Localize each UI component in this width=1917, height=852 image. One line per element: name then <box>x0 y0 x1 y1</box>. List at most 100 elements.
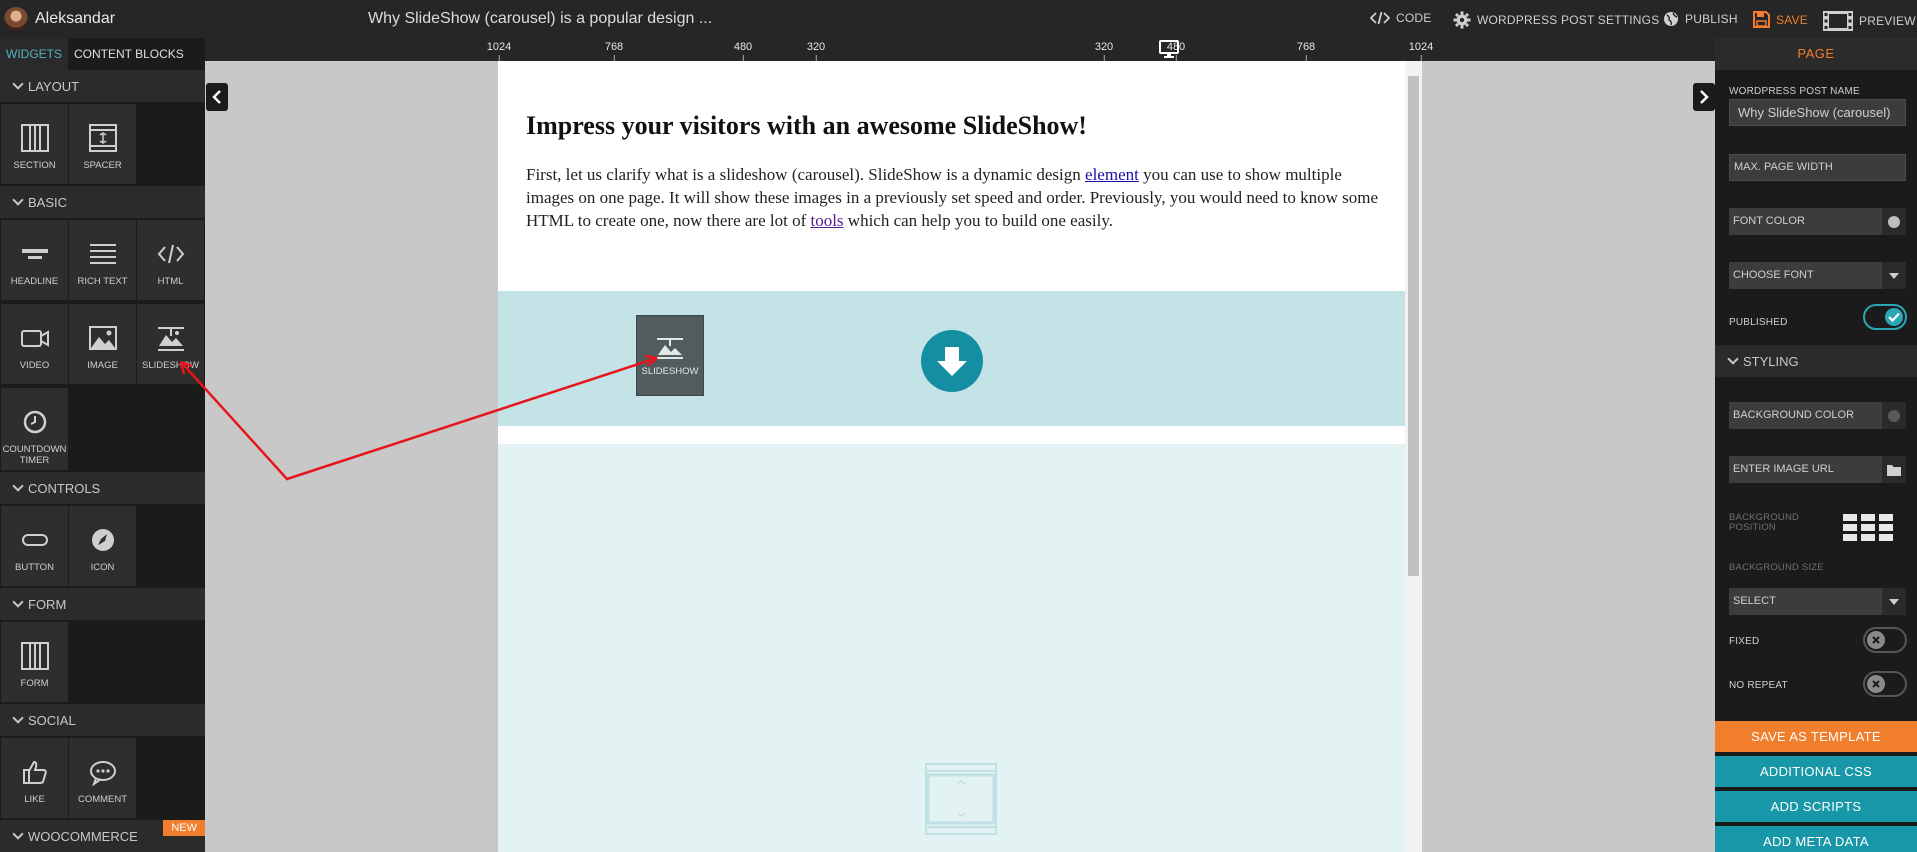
editor-canvas[interactable]: Impress your visitors with an awesome Sl… <box>498 61 1422 852</box>
grid-cell[interactable] <box>1861 534 1875 541</box>
social-widgets: LIKE COMMENT <box>0 736 205 820</box>
background-color-label: BACKGROUND COLOR <box>1729 402 1882 429</box>
ruler-tick[interactable]: 1024 <box>1409 41 1433 61</box>
tab-widgets[interactable]: WIDGETS <box>0 38 68 70</box>
wordpress-post-settings-button[interactable]: WORDPRESS POST SETTINGS <box>1453 11 1659 29</box>
grid-cell[interactable] <box>1861 514 1875 521</box>
background-size-select[interactable]: SELECT <box>1729 588 1906 615</box>
category-woocommerce[interactable]: WOOCOMMERCE NEW <box>0 820 205 852</box>
toggle-knob <box>1867 631 1885 649</box>
clock-icon <box>23 410 46 434</box>
user-name[interactable]: Aleksandar <box>35 10 115 28</box>
background-size-dropdown[interactable] <box>1882 588 1906 615</box>
widget-html[interactable]: HTML <box>137 220 204 300</box>
caret-down-icon <box>1889 598 1899 605</box>
add-scripts-button[interactable]: ADD SCRIPTS <box>1715 791 1917 822</box>
browse-folder-button[interactable] <box>1882 456 1906 483</box>
image-url-field[interactable]: ENTER IMAGE URL <box>1729 456 1906 483</box>
drop-zone-indicator[interactable] <box>921 330 983 392</box>
save-as-template-button[interactable]: SAVE AS TEMPLATE <box>1715 721 1917 752</box>
category-controls[interactable]: CONTROLS <box>0 472 205 504</box>
category-social[interactable]: SOCIAL <box>0 704 205 736</box>
ruler-tick[interactable]: 1024 <box>487 41 511 61</box>
widget-slideshow-label: SLIDESHOW <box>141 360 199 371</box>
desktop-monitor-icon[interactable] <box>1159 40 1179 58</box>
collapse-right-panel-button[interactable] <box>1693 83 1715 111</box>
widget-section[interactable]: SECTION <box>1 104 68 184</box>
no-repeat-toggle[interactable] <box>1863 671 1907 697</box>
category-layout-title: LAYOUT <box>28 78 80 94</box>
ruler-tick[interactable]: 320 <box>1095 41 1113 61</box>
avatar[interactable] <box>4 7 28 31</box>
background-position-grid[interactable] <box>1843 514 1893 542</box>
grid-cell[interactable] <box>1843 514 1857 521</box>
widget-comment[interactable]: COMMENT <box>69 738 136 818</box>
widget-like-label: LIKE <box>24 794 45 805</box>
dragged-slideshow-widget[interactable]: SLIDESHOW <box>636 315 704 396</box>
widget-form[interactable]: FORM <box>1 622 68 702</box>
add-meta-data-button[interactable]: ADD META DATA <box>1715 826 1917 852</box>
additional-css-button[interactable]: ADDITIONAL CSS <box>1715 756 1917 787</box>
choose-font-select[interactable]: CHOOSE FONT <box>1729 262 1906 289</box>
chevron-down-icon <box>12 480 24 492</box>
slideshow-icon <box>657 338 683 359</box>
thumbs-up-icon <box>22 760 47 784</box>
wp-post-name-input[interactable]: Why SlideShow (carousel) <box>1729 99 1906 126</box>
grid-cell[interactable] <box>1879 524 1893 531</box>
element-link[interactable]: element <box>1085 165 1139 184</box>
ruler-tick[interactable]: 768 <box>1297 41 1315 61</box>
floppy-disk-icon <box>1753 11 1770 28</box>
collapse-left-panel-button[interactable] <box>206 83 228 111</box>
category-form[interactable]: FORM <box>0 588 205 620</box>
grid-cell[interactable] <box>1843 524 1857 531</box>
chevron-left-icon <box>212 90 221 104</box>
widget-icon[interactable]: ICON <box>69 506 136 586</box>
widget-countdown-timer[interactable]: COUNTDOWN TIMER <box>1 388 68 470</box>
chevron-down-icon <box>12 194 24 206</box>
font-color-picker[interactable]: FONT COLOR <box>1729 208 1906 235</box>
published-toggle[interactable] <box>1863 304 1907 330</box>
code-button[interactable]: CODE <box>1370 11 1431 25</box>
color-dot-icon <box>1888 215 1900 228</box>
category-layout[interactable]: LAYOUT <box>0 70 205 102</box>
grid-cell[interactable] <box>1879 514 1893 521</box>
widget-image[interactable]: IMAGE <box>69 304 136 384</box>
widget-video[interactable]: VIDEO <box>1 304 68 384</box>
background-color-picker[interactable]: BACKGROUND COLOR <box>1729 402 1906 429</box>
image-icon <box>88 326 117 350</box>
tab-content-blocks[interactable]: CONTENT BLOCKS <box>68 38 190 70</box>
fixed-toggle[interactable] <box>1863 627 1907 653</box>
widget-spacer[interactable]: SPACER <box>69 104 136 184</box>
ruler-tick[interactable]: 480 <box>734 41 752 61</box>
publish-button[interactable]: PUBLISH <box>1663 11 1738 27</box>
widget-button[interactable]: BUTTON <box>1 506 68 586</box>
rocket-icon <box>91 529 114 551</box>
max-page-width-input[interactable]: MAX. PAGE WIDTH <box>1729 154 1906 181</box>
widget-rich-text[interactable]: RICH TEXT <box>69 220 136 300</box>
canvas-scrollbar[interactable] <box>1405 61 1422 852</box>
chevron-down-icon <box>12 78 24 90</box>
category-basic[interactable]: BASIC <box>0 186 205 218</box>
widget-headline-label: HEADLINE <box>10 276 59 287</box>
grid-cell[interactable] <box>1843 534 1857 541</box>
widget-like[interactable]: LIKE <box>1 738 68 818</box>
choose-font-dropdown[interactable] <box>1882 262 1906 289</box>
image-url-input[interactable]: ENTER IMAGE URL <box>1729 456 1882 483</box>
grid-cell[interactable] <box>1879 534 1893 541</box>
background-color-swatch[interactable] <box>1882 402 1906 429</box>
font-color-swatch[interactable] <box>1882 208 1906 235</box>
widget-slideshow[interactable]: SLIDESHOW <box>137 304 204 384</box>
ruler-tick[interactable]: 320 <box>807 41 825 61</box>
content-headline[interactable]: Impress your visitors with an awesome Sl… <box>526 111 1087 141</box>
preview-button[interactable]: PREVIEW <box>1823 11 1916 31</box>
grid-cell[interactable] <box>1861 524 1875 531</box>
tools-link[interactable]: tools <box>810 211 843 230</box>
basic-widgets-row-1: HEADLINE RICH TEXT HTML <box>0 218 205 302</box>
content-paragraph[interactable]: First, let us clarify what is a slidesho… <box>526 163 1386 232</box>
save-button[interactable]: SAVE <box>1753 11 1808 28</box>
scrollbar-thumb[interactable] <box>1408 76 1419 576</box>
ruler-tick[interactable]: 768 <box>605 41 623 61</box>
widget-headline[interactable]: HEADLINE <box>1 220 68 300</box>
toggle-knob <box>1867 675 1885 693</box>
styling-section-header[interactable]: STYLING <box>1715 345 1917 377</box>
